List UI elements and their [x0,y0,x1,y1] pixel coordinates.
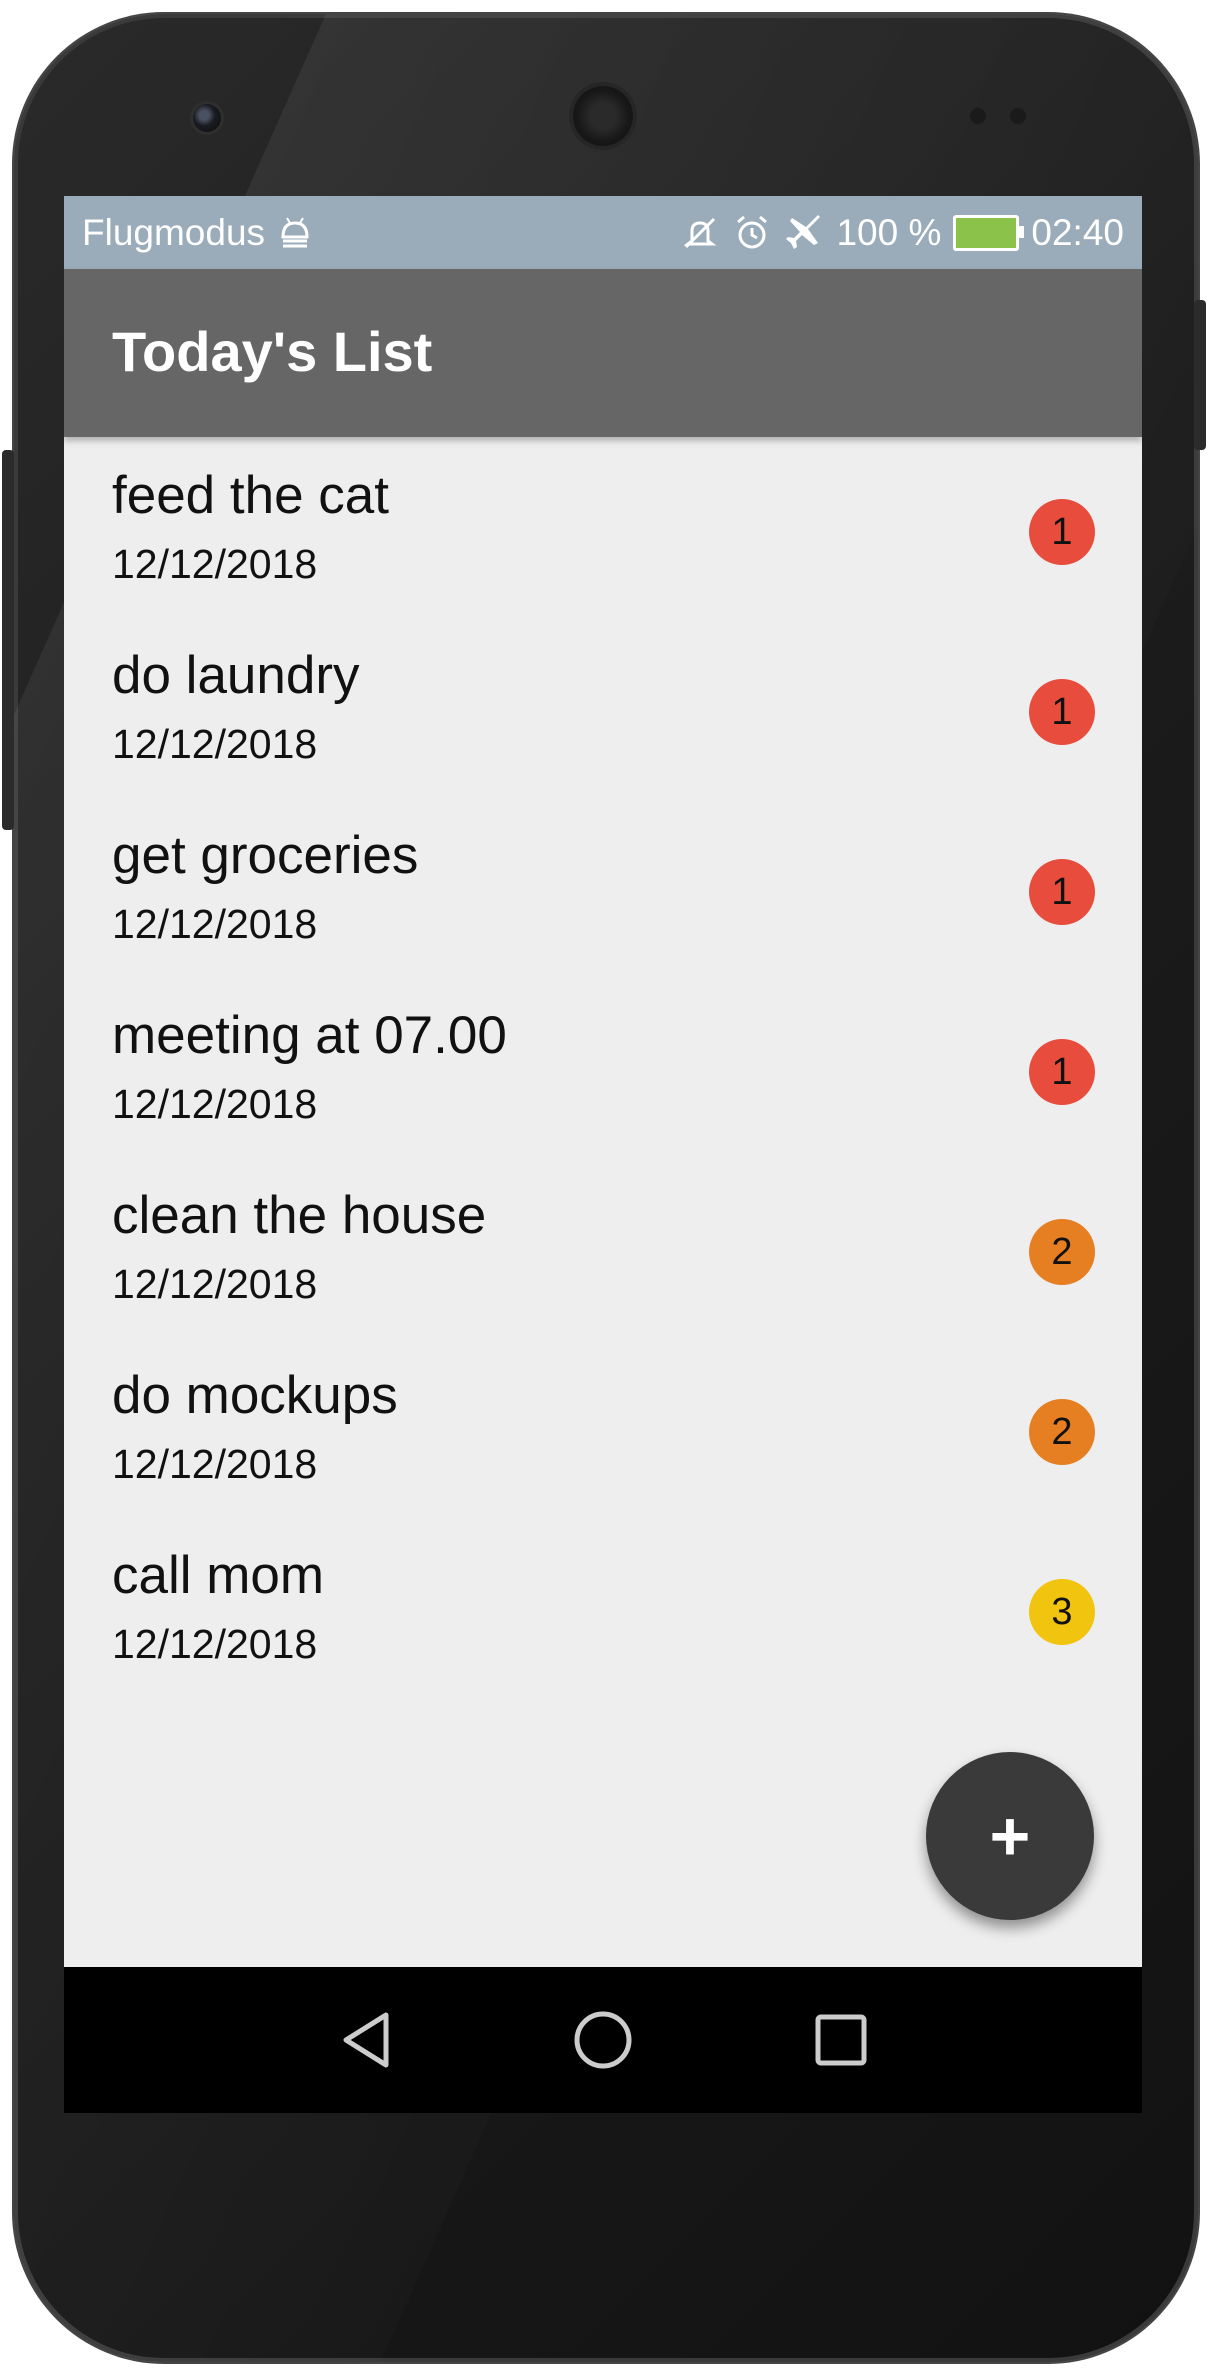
priority-badge: 1 [1029,859,1095,925]
list-item[interactable]: do mockups 12/12/2018 2 [64,1337,1142,1517]
back-icon[interactable] [334,2007,400,2073]
power-button [1194,300,1206,450]
task-title: do mockups [112,1366,398,1425]
task-title: call mom [112,1546,325,1605]
plus-icon: + [989,1797,1031,1875]
list-item[interactable]: clean the house 12/12/2018 2 [64,1157,1142,1337]
list-item[interactable]: feed the cat 12/12/2018 1 [64,437,1142,617]
status-bar: Flugmodus 100 % 02:40 [64,196,1142,269]
recents-icon[interactable] [808,2007,874,2073]
task-date: 12/12/2018 [112,1261,318,1307]
task-date: 12/12/2018 [112,901,318,947]
task-date: 12/12/2018 [112,1081,318,1127]
priority-badge: 1 [1029,1039,1095,1105]
front-camera [193,104,221,132]
task-date: 12/12/2018 [112,541,318,587]
page-title: Today's List [112,320,433,383]
screen: Flugmodus 100 % 02:40 Today's List feed … [64,196,1142,2113]
app-bar: Today's List [64,269,1142,437]
priority-badge: 2 [1029,1399,1095,1465]
task-title: feed the cat [112,466,389,525]
earpiece-speaker [573,86,633,146]
task-title: clean the house [112,1186,487,1245]
light-sensor [1010,108,1026,124]
list-item[interactable]: do laundry 12/12/2018 1 [64,617,1142,797]
battery-percent: 100 % [836,211,942,253]
task-date: 12/12/2018 [112,1621,318,1667]
clock: 02:40 [1031,211,1124,253]
task-title: get groceries [112,826,419,885]
proximity-sensor [970,108,986,124]
priority-badge: 1 [1029,499,1095,565]
home-icon[interactable] [570,2007,636,2073]
airplane-icon [786,214,821,249]
task-date: 12/12/2018 [112,721,318,767]
task-list: feed the cat 12/12/2018 1 do laundry 12/… [64,437,1142,1697]
alarm-icon [737,215,768,248]
task-date: 12/12/2018 [112,1441,318,1487]
android-debug-icon [281,216,309,247]
volume-button [2,450,14,830]
priority-badge: 2 [1029,1219,1095,1285]
task-title: do laundry [112,646,360,705]
mute-icon [683,217,717,248]
navigation-bar [64,1967,1142,2113]
list-item[interactable]: meeting at 07.00 12/12/2018 1 [64,977,1142,1157]
battery-icon [953,214,1025,251]
add-task-button[interactable]: + [926,1752,1094,1920]
priority-badge: 1 [1029,679,1095,745]
priority-badge: 3 [1029,1579,1095,1645]
carrier-label: Flugmodus [82,211,266,253]
task-title: meeting at 07.00 [112,1006,507,1065]
list-item[interactable]: call mom 12/12/2018 3 [64,1517,1142,1697]
list-item[interactable]: get groceries 12/12/2018 1 [64,797,1142,977]
